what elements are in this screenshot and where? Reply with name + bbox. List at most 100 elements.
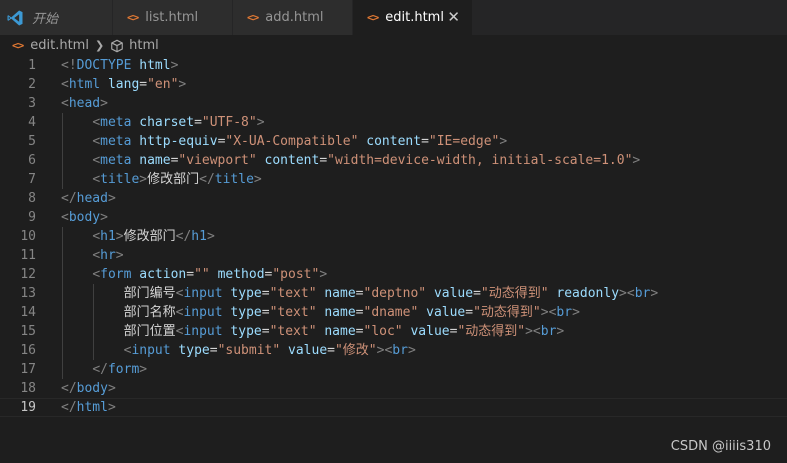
line-number: 2 (28, 77, 36, 92)
code-text: <meta name="viewport" content="width=dev… (61, 151, 640, 170)
code-token-punc: >< (619, 286, 635, 301)
code-token-punc: < (92, 115, 101, 130)
code-line[interactable]: 6 <meta name="viewport" content="width=d… (0, 151, 787, 170)
code-line[interactable]: 14 部门名称<input type="text" name="dname" v… (0, 303, 787, 322)
code-token-str: "X-UA-Compatible" (225, 134, 359, 149)
line-number: 19 (20, 400, 36, 415)
code-token-punc: > (178, 77, 187, 92)
code-line[interactable]: 2 <html lang="en"> (0, 75, 787, 94)
code-text: <!DOCTYPE html> (61, 56, 178, 75)
code-token-text: = (186, 267, 195, 282)
code-line[interactable]: 4 <meta charset="UTF-8"> (0, 113, 787, 132)
code-token-text: = (319, 153, 328, 168)
tab-list-html[interactable]: <> list.html (113, 0, 233, 35)
code-token-tag: html (68, 77, 101, 92)
code-token-text: = (261, 324, 270, 339)
code-token-str: "text" (269, 305, 317, 320)
code-token-tag: html (76, 400, 108, 415)
code-token-text: = (355, 286, 364, 301)
tab-welcome[interactable]: 开始 (0, 0, 113, 35)
code-token-tag: input (183, 286, 223, 301)
code-line[interactable]: 10 <h1>修改部门</h1> (0, 227, 787, 246)
code-token-str: "loc" (363, 324, 403, 339)
code-token-tag: head (68, 96, 101, 111)
tab-edit-html[interactable]: <> edit.html ✕ (353, 0, 473, 35)
code-token-attr: type (178, 343, 210, 358)
code-token-tag: br (540, 324, 557, 339)
code-token-text: = (261, 305, 270, 320)
breadcrumb: <> edit.html ❯ html (0, 35, 787, 56)
code-token-punc: < (92, 153, 101, 168)
watermark: CSDN @iiiis310 (670, 439, 771, 454)
code-editor[interactable]: 1 <!DOCTYPE html> 2 <html lang="en"> 3 <head>… (0, 56, 787, 463)
close-icon[interactable]: ✕ (447, 8, 460, 26)
code-token-punc: > (107, 381, 116, 396)
code-text: <meta charset="UTF-8"> (61, 113, 265, 132)
code-text: </html> (61, 399, 116, 416)
chevron-right-icon: ❯ (94, 39, 105, 52)
code-token-attr: type (230, 305, 262, 320)
code-line[interactable]: 8 </head> (0, 189, 787, 208)
code-line[interactable]: 16 <input type="submit" value="修改"><br> (0, 341, 787, 360)
code-line[interactable]: 9 <body> (0, 208, 787, 227)
code-token-attr: html (139, 58, 171, 73)
code-text: </head> (61, 189, 116, 208)
code-text: <html lang="en"> (61, 75, 186, 94)
code-token-str: "动态得到" (457, 324, 526, 339)
code-line[interactable]: 11 <hr> (0, 246, 787, 265)
code-text: <title>修改部门</title> (61, 170, 261, 189)
line-number: 8 (28, 191, 36, 206)
code-token-attr: type (230, 324, 262, 339)
line-number: 17 (20, 362, 36, 377)
code-line[interactable]: 15 部门位置<input type="text" name="loc" val… (0, 322, 787, 341)
code-line[interactable]: 3 <head> (0, 94, 787, 113)
code-text: </body> (61, 379, 116, 398)
code-token-punc: </ (61, 400, 77, 415)
code-token-text: = (194, 115, 202, 130)
code-token-punc: > (650, 286, 659, 301)
code-token-str: "text" (269, 324, 317, 339)
code-token-attr: value (433, 286, 474, 301)
code-line[interactable]: 7 <title>修改部门</title> (0, 170, 787, 189)
code-token-punc: > (139, 172, 148, 187)
code-text: <meta http-equiv = "X-UA-Compatible" conte… (61, 132, 507, 151)
html-file-icon: <> (12, 39, 24, 52)
code-token-punc: < (92, 229, 101, 244)
code-token-tag: meta (100, 115, 132, 130)
breadcrumb-file[interactable]: edit.html (30, 38, 89, 53)
code-token-punc: < (61, 96, 69, 111)
code-token-tag: input (183, 324, 223, 339)
breadcrumb-symbol[interactable]: html (129, 38, 159, 53)
code-text: <form action="" method="post"> (61, 265, 327, 284)
code-line[interactable]: 1 <!DOCTYPE html> (0, 56, 787, 75)
code-line[interactable]: 19 </html> (0, 398, 787, 417)
html-file-icon: <> (127, 11, 139, 24)
code-token-str: "en" (147, 77, 179, 92)
code-token-str: "deptno" (363, 286, 427, 301)
code-token-punc: > (100, 96, 108, 111)
code-token-punc: < (92, 172, 101, 187)
tab-welcome-label: 开始 (32, 12, 59, 27)
line-number: 16 (20, 343, 36, 358)
tab-add-html[interactable]: <> add.html (233, 0, 353, 35)
indent-guide (62, 227, 63, 379)
code-token-punc: > (632, 153, 641, 168)
code-token-punc: </ (199, 172, 215, 187)
code-line[interactable]: 17 </form> (0, 360, 787, 379)
tab-edit-html-label: edit.html (385, 10, 444, 25)
code-token-punc: </ (61, 381, 77, 396)
code-token-attr: value (426, 305, 466, 320)
tab-list-html-label: list.html (145, 10, 199, 25)
code-token-tag: br (634, 286, 651, 301)
code-line[interactable]: 5 <meta http-equiv = "X-UA-Compatible" con… (0, 132, 787, 151)
code-line[interactable]: 13 部门编号<input type="text" name="deptno" … (0, 284, 787, 303)
code-token-punc: > (256, 115, 265, 130)
code-line[interactable]: 18 </body> (0, 379, 787, 398)
code-token-punc: >< (540, 305, 557, 320)
code-text: 部门位置<input type="text" name="loc" value=… (61, 322, 565, 341)
code-line[interactable]: 12 <form action="" method="post"> (0, 265, 787, 284)
